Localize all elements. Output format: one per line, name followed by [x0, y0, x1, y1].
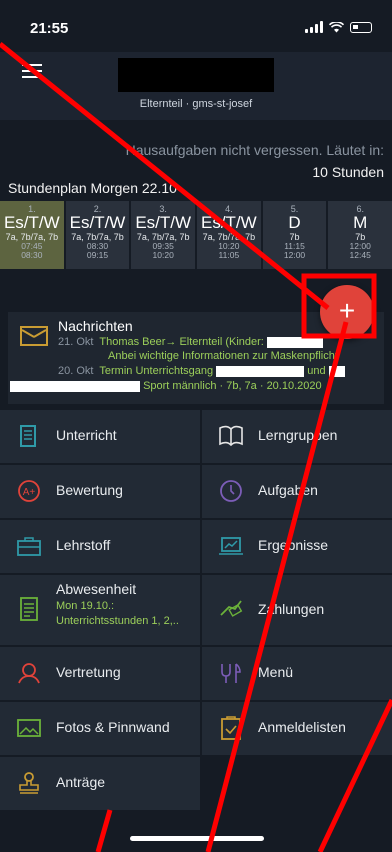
menu-label: Anträge	[56, 774, 106, 790]
status-bar: 21:55	[0, 0, 392, 52]
lesson-cell[interactable]: 5. D 7b 11:15 12:00	[262, 201, 327, 269]
lesson-subject: Es/T/W	[135, 213, 192, 232]
lesson-subject: M	[353, 213, 368, 232]
laptop-chart-icon	[219, 537, 243, 555]
lesson-end: 12:00	[283, 250, 306, 260]
news-line: Termin Unterrichtsgang	[99, 365, 214, 377]
book-icon	[219, 425, 243, 447]
menu-label: Fotos & Pinnwand	[56, 719, 170, 735]
bell-countdown: 10 Stunden	[312, 164, 384, 180]
photo-icon	[17, 719, 41, 737]
lesson-end: 12:45	[349, 250, 371, 260]
news-item-detail: Sport männlich · 7b, 7a · 20.10.2020	[10, 380, 322, 392]
menu-grid: Unterricht Lerngruppen A+ Bewertung Aufg…	[0, 410, 392, 810]
redacted-text	[10, 380, 140, 392]
add-button[interactable]: +	[320, 285, 374, 339]
redacted-text	[266, 336, 323, 348]
clock-icon	[220, 480, 242, 502]
menu-tile-unterricht[interactable]: Unterricht	[0, 410, 200, 463]
news-line: Anbei wichtige Informationen zur Maskenp…	[108, 350, 338, 362]
news-date: 21. Okt	[58, 336, 94, 348]
calendar-list-icon	[20, 597, 38, 621]
stamp-icon	[19, 772, 39, 794]
menu-label: Lehrstoff	[56, 537, 111, 553]
lesson-cell[interactable]: 4. Es/T/W 7a, 7b/7a, 7b 10:20 11:05	[197, 201, 261, 269]
menu-label: Unterricht	[56, 427, 117, 443]
timetable[interactable]: 1. Es/T/W 7a, 7b/7a, 7b 07:45 08:30 2. E…	[0, 201, 392, 269]
wifi-icon	[329, 22, 344, 33]
menu-label: Vertretung	[56, 664, 121, 680]
menu-tile-aufgaben[interactable]: Aufgaben	[202, 465, 392, 518]
news-line: Thomas Beer→ Elternteil (Kinder:	[99, 336, 264, 348]
menu-label: Aufgaben	[258, 482, 318, 498]
menu-tile-vertretung[interactable]: Vertretung	[0, 647, 200, 700]
svg-text:A+: A+	[23, 487, 36, 498]
menu-tile-anmeldelisten[interactable]: Anmeldelisten	[202, 702, 392, 755]
menu-label: Lerngruppen	[258, 427, 338, 443]
menu-tile-abwesenheit[interactable]: Abwesenheit Mon 19.10.: Unterrichtsstund…	[0, 575, 200, 645]
menu-tile-ergebnisse[interactable]: Ergebnisse	[202, 520, 392, 573]
homework-reminder: Hausaufgaben nicht vergessen. Läutet in:	[125, 142, 384, 158]
news-item[interactable]: 21. Okt Thomas Beer→ Elternteil (Kinder:	[58, 336, 323, 348]
menu-label: Bewertung	[56, 482, 123, 498]
home-indicator[interactable]	[130, 836, 264, 841]
lesson-end: 08:30	[21, 250, 43, 260]
annotation-line	[95, 809, 113, 852]
menu-label: Abwesenheit	[56, 581, 137, 597]
news-date: 20. Okt	[58, 365, 94, 377]
menu-label: Zahlungen	[258, 601, 325, 617]
battery-icon	[350, 22, 372, 33]
signal-icon	[305, 21, 323, 33]
app-header: Elternteil · gms-st-josef	[0, 52, 392, 120]
menu-tile-bewertung[interactable]: A+ Bewertung	[0, 465, 200, 518]
timetable-title: Stundenplan Morgen 22.10	[8, 180, 177, 196]
menu-tile-antraege[interactable]: Anträge	[0, 757, 200, 810]
absence-detail: Unterrichtsstunden 1, 2,..	[56, 615, 179, 627]
lesson-end: 09:15	[86, 250, 109, 260]
briefcase-icon	[17, 537, 41, 556]
lesson-subject: Es/T/W	[69, 213, 126, 232]
lesson-subject: Es/T/W	[200, 213, 257, 232]
lesson-cell[interactable]: 6. M 7b 12:00 12:45	[328, 201, 392, 269]
status-time: 21:55	[30, 20, 69, 37]
lesson-cell[interactable]: 1. Es/T/W 7a, 7b/7a, 7b 07:45 08:30	[0, 201, 64, 269]
menu-tile-zahlungen[interactable]: Zahlungen	[202, 575, 392, 645]
cutlery-icon	[221, 663, 241, 683]
absence-date: Mon 19.10.:	[56, 600, 115, 612]
lesson-cell[interactable]: 3. Es/T/W 7a, 7b/7a, 7b 09:35 10:20	[131, 201, 196, 269]
notebook-icon	[20, 425, 36, 447]
status-icons	[305, 21, 372, 33]
redacted-text	[216, 365, 305, 377]
account-subtitle: Elternteil · gms-st-josef	[139, 98, 253, 110]
lesson-subject: Es/T/W	[3, 213, 60, 232]
menu-label: Ergebnisse	[258, 537, 329, 553]
news-line: und	[307, 365, 326, 377]
grade-icon: A+	[18, 480, 40, 502]
news-line: Sport männlich · 7b, 7a · 20.10.2020	[143, 380, 322, 392]
menu-tile-lerngruppen[interactable]: Lerngruppen	[202, 410, 392, 463]
menu-label: Anmeldelisten	[258, 719, 346, 735]
news-item[interactable]: 20. Okt Termin Unterrichtsgang und	[58, 365, 345, 377]
redacted-text	[328, 365, 345, 377]
news-item-detail: Anbei wichtige Informationen zur Maskenp…	[108, 350, 338, 362]
lesson-cell[interactable]: 2. Es/T/W 7a, 7b/7a, 7b 08:30 09:15	[65, 201, 130, 269]
menu-tile-lehrstoff[interactable]: Lehrstoff	[0, 520, 200, 573]
clipboard-icon	[221, 716, 241, 740]
person-icon	[18, 663, 40, 684]
lesson-end: 10:20	[152, 250, 174, 260]
news-title: Nachrichten	[58, 318, 133, 334]
lesson-subject: D	[288, 213, 301, 232]
menu-icon[interactable]	[22, 64, 42, 80]
envelope-icon	[20, 326, 48, 346]
menu-label: Menü	[258, 664, 294, 680]
lesson-end: 11:05	[218, 250, 240, 260]
payment-icon	[220, 600, 243, 617]
menu-tile-menue[interactable]: Menü	[202, 647, 392, 700]
redacted-user-name	[118, 58, 274, 92]
empty-tile	[202, 757, 392, 810]
menu-tile-fotos[interactable]: Fotos & Pinnwand	[0, 702, 200, 755]
